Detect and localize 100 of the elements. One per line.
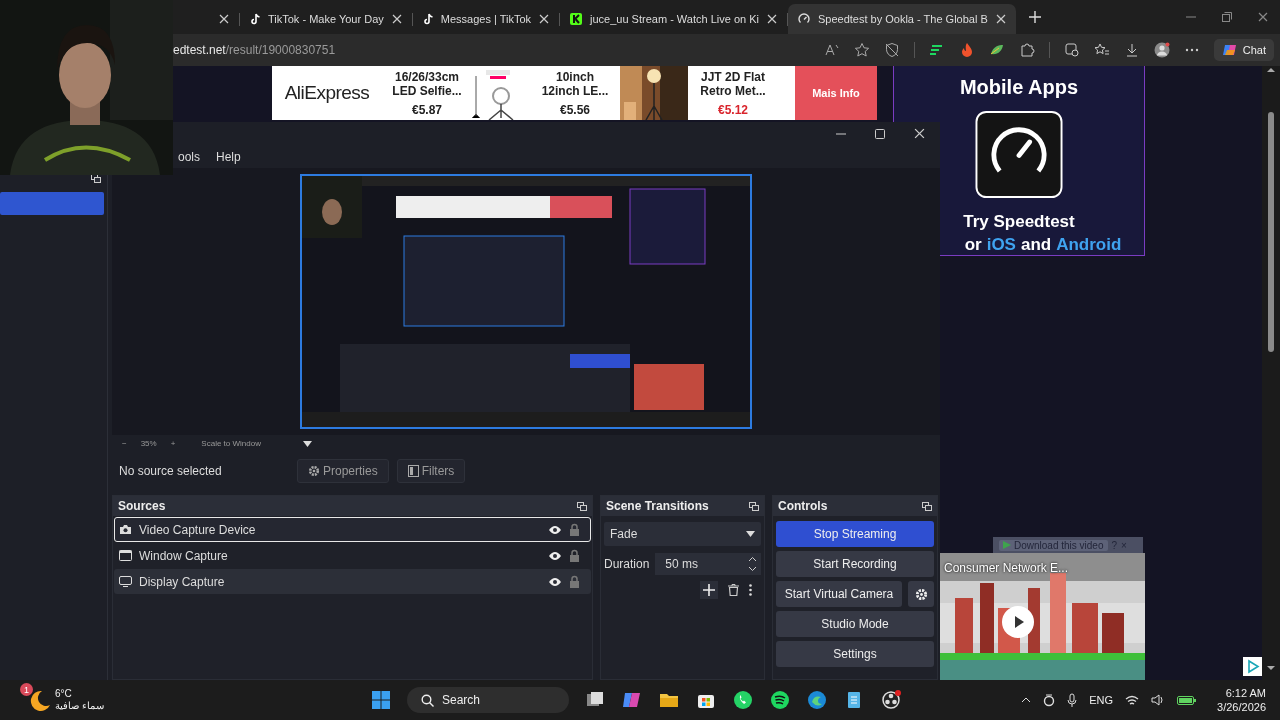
chat-button[interactable]: Chat [1213,39,1274,61]
new-tab-icon[interactable] [1027,10,1042,24]
brand-logo[interactable]: AliExpress [272,82,382,104]
float-icon[interactable] [922,501,932,511]
lock-icon[interactable] [569,549,580,562]
filter-icon [407,465,419,477]
start-icon[interactable] [370,689,392,711]
wifi-icon[interactable] [1125,694,1140,706]
promo-text: Try Speedtest [963,212,1075,232]
scroll-down-icon[interactable] [1266,664,1276,672]
close-icon[interactable] [995,14,1006,24]
properties-button[interactable]: Properties [297,459,389,483]
browser-tab[interactable]: juce_uu Stream - Watch Live on Ki [560,4,787,34]
microphone-icon[interactable] [1067,693,1078,707]
source-item[interactable]: Video Capture Device [114,517,591,542]
record-app-icon[interactable] [880,689,902,711]
float-icon[interactable] [91,173,101,183]
search-field[interactable]: Search [407,687,569,713]
trash-icon[interactable] [728,584,739,596]
control-button[interactable]: Start Virtual Camera [776,581,902,607]
scale-mode-dropdown[interactable]: Scale to Window [201,439,261,448]
restore-icon[interactable] [1222,12,1232,22]
menu-item[interactable]: ools [178,149,200,164]
source-item[interactable]: Display Capture [114,569,591,594]
eye-icon[interactable] [548,524,562,535]
gear-icon [914,587,928,601]
control-button[interactable]: Studio Mode [776,611,934,637]
promo-text: and [1020,235,1052,255]
clock-date[interactable]: 3/26/2026 [1217,700,1266,714]
zoom-in-button[interactable]: + [170,439,176,448]
close-icon[interactable] [914,128,925,139]
panel-title: Sources [118,499,166,513]
music-note-icon [250,13,260,25]
settings-button[interactable] [908,581,934,607]
battery-icon[interactable] [1177,694,1198,706]
store-link[interactable]: iOS [986,235,1016,255]
more-icon[interactable] [749,584,752,596]
panel-title: Controls [778,499,828,513]
caret-icon[interactable] [302,440,312,447]
transition-dropdown[interactable]: Fade [604,522,761,546]
spin-arrows-icon[interactable] [748,554,757,574]
product-title[interactable]: 16/26/33cm LED Selfie... [388,69,466,98]
add-button[interactable] [700,581,718,599]
store-link[interactable]: Android [1056,235,1122,255]
source-item[interactable]: Window Capture [114,543,591,568]
camera-ring-icon[interactable] [1043,693,1056,707]
stripes-icon[interactable] [928,42,945,58]
shield-icon[interactable] [883,42,900,58]
search-icon [421,693,434,707]
close-icon[interactable] [767,14,777,24]
browser-tab[interactable]: TikTok - Make Your Day [240,4,412,34]
browser-icon[interactable] [806,689,828,711]
maximize-icon[interactable] [875,128,885,139]
phone-chat-icon[interactable] [732,689,754,711]
close-icon[interactable] [539,14,550,24]
lock-icon[interactable] [569,575,580,588]
music-circle-icon[interactable] [769,689,791,711]
eye-icon[interactable] [548,550,562,561]
logo-icon [570,13,583,25]
menu-item[interactable]: Help [216,149,241,164]
clock-time[interactable]: 6:12 AM [1225,686,1266,700]
puzzle-icon[interactable] [1018,42,1035,58]
browser-tab[interactable]: Speedtest by Ookla - The Global B [788,4,1016,34]
control-button[interactable]: Stop Streaming [776,521,934,547]
speedtest-app-icon[interactable] [974,111,1064,198]
eye-icon[interactable] [548,576,562,587]
close-icon[interactable] [1258,12,1268,22]
music-add-icon[interactable] [1063,42,1080,58]
scrollbar-thumb[interactable] [1268,112,1274,352]
profile-icon[interactable] [1153,42,1170,58]
caret-icon [746,531,755,537]
camera-icon [119,524,132,535]
more-info-button[interactable]: Mais Info [795,66,877,120]
play-icon[interactable] [1002,606,1034,638]
duration-label: Duration [604,557,650,571]
notification-badge: 1 [20,683,33,696]
close-icon[interactable] [219,14,229,24]
address-text[interactable]: edtest.net/result/19000830751 [173,43,336,57]
float-icon[interactable] [749,501,759,511]
gear-icon [308,465,320,477]
weather-icon[interactable] [29,689,51,711]
product-title[interactable]: 10inch 12inch LE... [536,69,614,98]
panel-title: Scene Transitions [606,499,709,513]
chevron-up-icon[interactable] [1021,697,1032,703]
favorites-icon[interactable] [1093,42,1110,58]
star-icon[interactable] [853,42,870,58]
product-title[interactable]: JJT 2D Flat Retro Met... [694,69,772,98]
volume-icon[interactable] [1151,694,1166,706]
monitor-icon [119,576,132,587]
duration-field[interactable]: 50 ms [655,553,761,575]
control-button[interactable]: Settings [776,641,934,667]
lock-icon[interactable] [569,523,580,536]
close-icon[interactable] [391,14,402,24]
language-indicator[interactable]: ENG [1089,694,1114,706]
read-aloud-icon[interactable] [823,42,840,58]
float-icon[interactable] [577,501,587,511]
zoom-out-button[interactable]: − [122,439,127,448]
control-button[interactable]: Start Recording [776,551,934,577]
filters-button[interactable]: Filters [396,459,466,483]
browser-tab[interactable]: Messages | TikTok [412,4,560,34]
